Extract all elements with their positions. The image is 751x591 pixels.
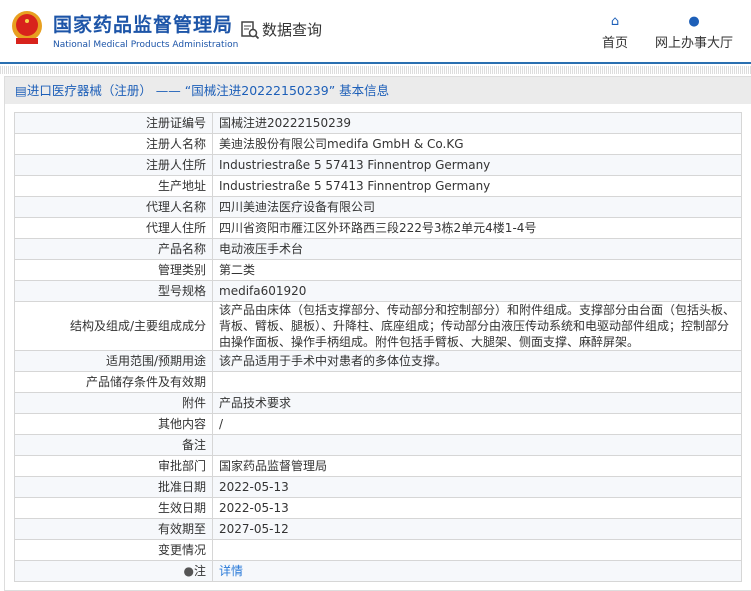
row-label: 产品储存条件及有效期 [14, 371, 213, 393]
home-icon: ⌂ [610, 14, 620, 29]
nav-online-hall[interactable]: ● 网上办事大厅 [655, 14, 733, 51]
row-label: 批准日期 [14, 476, 213, 498]
row-value [212, 434, 742, 456]
data-query-link[interactable]: 数据查询 [240, 19, 322, 40]
row-value: 国家药品监督管理局 [212, 455, 742, 477]
row-label: 注册人住所 [14, 154, 213, 176]
table-row: 注册证编号 国械注进20222150239 [14, 112, 742, 134]
note-row: ●注 详情 [14, 560, 742, 582]
row-value: 国械注进20222150239 [212, 112, 742, 134]
row-value: 第二类 [212, 259, 742, 281]
row-value: 四川省资阳市雁江区外环路西三段222号3栋2单元4楼1-4号 [212, 217, 742, 239]
user-icon: ● [688, 14, 700, 29]
row-label: 生产地址 [14, 175, 213, 197]
row-value: 产品技术要求 [212, 392, 742, 414]
table-row: 审批部门 国家药品监督管理局 [14, 455, 742, 477]
row-label: 产品名称 [14, 238, 213, 260]
row-label: 管理类别 [14, 259, 213, 281]
row-value: medifa601920 [212, 280, 742, 302]
table-row: 备注 [14, 434, 742, 456]
details-link[interactable]: 详情 [219, 564, 243, 578]
nav-home[interactable]: ⌂ 首页 [602, 14, 628, 51]
panel-title: ▤进口医疗器械（注册） —— “国械注进20222150239” 基本信息 [5, 77, 751, 104]
table-row: 批准日期 2022-05-13 [14, 476, 742, 498]
document-icon: ▤ [15, 83, 27, 98]
table-row: 代理人住所 四川省资阳市雁江区外环路西三段222号3栋2单元4楼1-4号 [14, 217, 742, 239]
data-query-label: 数据查询 [262, 21, 323, 39]
table-row: 其他内容 / [14, 413, 742, 435]
row-value [212, 539, 742, 561]
table-row: 管理类别 第二类 [14, 259, 742, 281]
row-value: 2027-05-12 [212, 518, 742, 540]
note-value-cell: 详情 [212, 560, 742, 582]
pin-icon: ● [183, 564, 194, 578]
table-row: 附件 产品技术要求 [14, 392, 742, 414]
row-value: / [212, 413, 742, 435]
national-emblem-logo [12, 11, 42, 44]
row-value: Industriestraße 5 57413 Finnentrop Germa… [212, 154, 742, 176]
table-row: 生产地址 Industriestraße 5 57413 Finnentrop G… [14, 175, 742, 197]
row-value [212, 371, 742, 393]
detail-table: 注册证编号 国械注进20222150239 注册人名称 美迪法股份有限公司medifa… [14, 112, 742, 582]
table-row: 适用范围/预期用途 该产品适用于手术中对患者的多体位支撑。 [14, 350, 742, 372]
divider [0, 66, 751, 74]
row-value: 美迪法股份有限公司medifa GmbH & Co.KG [212, 133, 742, 155]
row-label: 代理人住所 [14, 217, 213, 239]
row-label: 型号规格 [14, 280, 213, 302]
row-value: 电动液压手术台 [212, 238, 742, 260]
row-label: 适用范围/预期用途 [14, 350, 213, 372]
row-label: 代理人名称 [14, 196, 213, 218]
row-label: 附件 [14, 392, 213, 414]
row-value: 该产品适用于手术中对患者的多体位支撑。 [212, 350, 742, 372]
nav-online-hall-label: 网上办事大厅 [655, 36, 734, 51]
note-label: 注 [193, 564, 206, 578]
table-row: 注册人住所 Industriestraße 5 57413 Finnentrop … [14, 154, 742, 176]
row-label: 审批部门 [14, 455, 213, 477]
table-row: 生效日期 2022-05-13 [14, 497, 742, 519]
row-value: Industriestraße 5 57413 Finnentrop Germa… [212, 175, 742, 197]
table-row: 变更情况 [14, 539, 742, 561]
row-value: 2022-05-13 [212, 476, 742, 498]
table-row: 产品名称 电动液压手术台 [14, 238, 742, 260]
row-label: 生效日期 [14, 497, 213, 519]
table-row: 注册人名称 美迪法股份有限公司medifa GmbH & Co.KG [14, 133, 742, 155]
table-row: 代理人名称 四川美迪法医疗设备有限公司 [14, 196, 742, 218]
row-value: 2022-05-13 [212, 497, 742, 519]
row-label: 备注 [14, 434, 213, 456]
brand[interactable]: 国家药品监督管理局 National Medical Products Admi… [53, 10, 238, 50]
table-row: 型号规格 medifa601920 [14, 280, 742, 302]
site-header: 国家药品监督管理局 National Medical Products Admi… [0, 0, 751, 64]
brand-name-cn: 国家药品监督管理局 [53, 14, 234, 36]
row-label: 变更情况 [14, 539, 213, 561]
brand-name-en: National Medical Products Administration [53, 40, 239, 50]
row-label: 结构及组成/主要组成成分 [14, 301, 213, 351]
table-row: 产品储存条件及有效期 [14, 371, 742, 393]
row-value: 四川美迪法医疗设备有限公司 [212, 196, 742, 218]
row-value: 该产品由床体（包括支撑部分、传动部分和控制部分）和附件组成。支撑部分由台面（包括… [212, 301, 742, 351]
row-label: 有效期至 [14, 518, 213, 540]
row-label: 注册人名称 [14, 133, 213, 155]
table-row: 结构及组成/主要组成成分 该产品由床体（包括支撑部分、传动部分和控制部分）和附件组… [14, 301, 742, 351]
note-label-cell: ●注 [14, 560, 213, 582]
nav-home-label: 首页 [602, 36, 629, 51]
row-label: 其他内容 [14, 413, 213, 435]
table-row: 有效期至 2027-05-12 [14, 518, 742, 540]
document-search-icon [241, 20, 260, 39]
row-label: 注册证编号 [14, 112, 213, 134]
detail-panel: ▤进口医疗器械（注册） —— “国械注进20222150239” 基本信息 注册… [4, 76, 751, 591]
